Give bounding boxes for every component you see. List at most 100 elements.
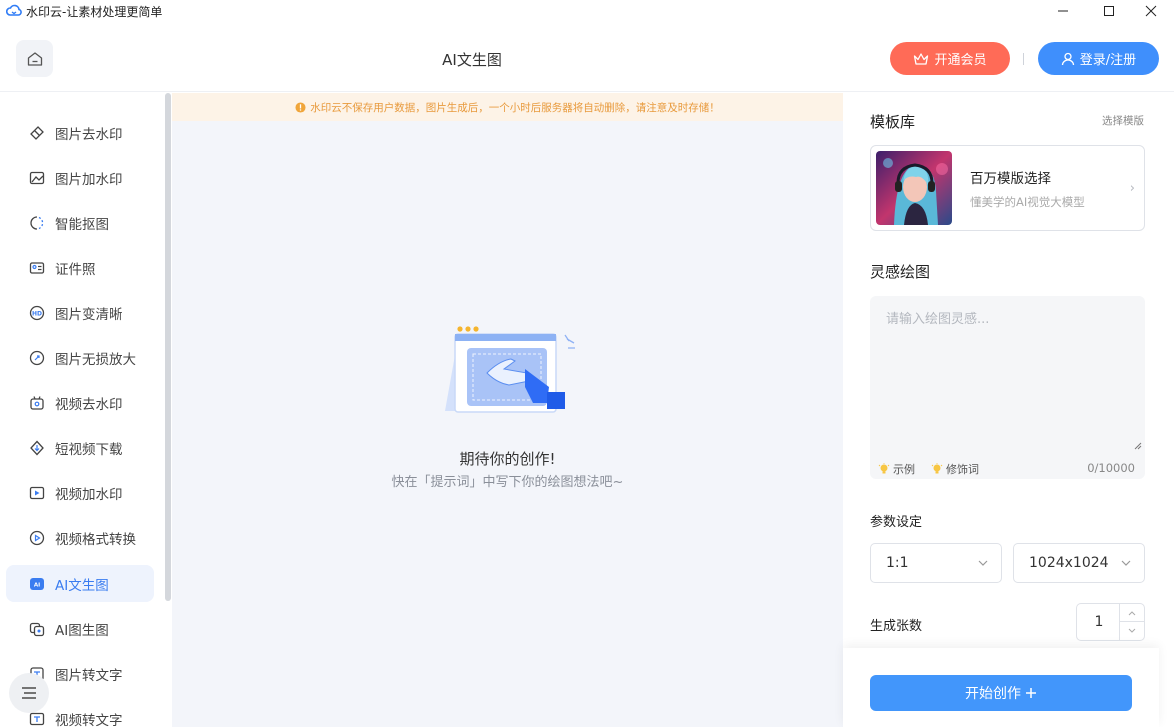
sidebar-item-video-format-convert[interactable]: 视频格式转换 [6, 519, 154, 556]
minimize-button[interactable] [1040, 0, 1086, 22]
maximize-button[interactable] [1086, 0, 1132, 22]
sidebar-item-image-sharpen[interactable]: HD 图片变清晰 [6, 294, 154, 331]
info-icon [295, 101, 306, 113]
canvas-area: 水印云不保存用户数据，图片生成后，一个小时后服务器将自动删除，请注意及时存储！ … [172, 93, 843, 727]
quantity-stepper[interactable]: 1 [1076, 603, 1145, 641]
close-icon [1145, 5, 1157, 17]
inspiration-section-title: 灵感绘图 [870, 263, 931, 281]
params-section-title: 参数设定 [870, 515, 923, 530]
prompt-textarea[interactable]: 请输入绘图灵感... 示例 修饰词 0/10000 [870, 296, 1145, 479]
template-thumbnail [876, 151, 952, 225]
id-card-icon [28, 259, 46, 277]
chevron-down-icon [1121, 560, 1131, 566]
header-divider [1023, 53, 1024, 65]
image-add-icon [28, 169, 46, 187]
template-card-desc: 懂美学的AI视觉大模型 [970, 195, 1085, 209]
hd-icon: HD [28, 304, 46, 322]
decrement-button[interactable] [1120, 622, 1144, 640]
eraser-icon [28, 124, 46, 142]
sidebar-item-id-photo[interactable]: 证件照 [6, 249, 154, 286]
template-card[interactable]: 百万模版选择 懂美学的AI视觉大模型 › [870, 145, 1145, 231]
ai-image-image-icon [28, 620, 46, 638]
chevron-right-icon: › [1129, 181, 1135, 196]
settings-panel: 模板库 选择模版 百万模版选择 懂美学的AI视觉大模型 › 灵感绘图 请输入绘图… [843, 93, 1174, 727]
empty-state-subtitle: 快在「提示词」中写下你的绘图想法吧~ [391, 475, 624, 490]
increment-button[interactable] [1120, 604, 1144, 622]
empty-state-illustration [445, 326, 575, 413]
start-create-button[interactable]: 开始创作 [870, 675, 1132, 711]
svg-text:HD: HD [32, 310, 42, 317]
sidebar-item-image-remove-watermark[interactable]: 图片去水印 [6, 114, 154, 151]
menu-toggle-button[interactable] [9, 673, 49, 713]
sidebar-item-label: 图片无损放大 [55, 351, 136, 368]
chevron-down-icon [978, 560, 988, 566]
header: AI文生图 开通会员 登录/注册 [0, 22, 1174, 92]
ai-text-image-icon: AI [28, 575, 46, 593]
convert-icon [28, 529, 46, 547]
notice-text: 水印云不保存用户数据，图片生成后，一个小时后服务器将自动删除，请注意及时存储！ [310, 101, 720, 114]
maximize-icon [1104, 6, 1114, 16]
sidebar-item-label: 智能抠图 [55, 216, 109, 233]
login-button[interactable]: 登录/注册 [1038, 42, 1159, 75]
sidebar-item-label: 视频加水印 [55, 486, 123, 503]
menu-icon [22, 687, 36, 699]
sidebar-item-label: 图片变清晰 [55, 306, 123, 323]
minimize-icon [1058, 10, 1068, 12]
plus-icon [1026, 688, 1036, 698]
sidebar-item-video-add-watermark[interactable]: 视频加水印 [6, 474, 154, 511]
sidebar-item-ai-image-to-image[interactable]: AI图生图 [6, 610, 154, 647]
image-size-select[interactable]: 1024x1024 [1013, 543, 1145, 583]
quantity-label: 生成张数 [870, 619, 923, 634]
quantity-value[interactable]: 1 [1077, 614, 1121, 630]
sidebar-item-label: 视频去水印 [55, 396, 123, 413]
window-title: 水印云-让素材处理更简单 [26, 5, 163, 19]
example-label: 示例 [893, 463, 915, 476]
sidebar-item-image-upscale[interactable]: 图片无损放大 [6, 339, 154, 376]
sidebar-item-label: 视频转文字 [55, 712, 123, 727]
vip-button[interactable]: 开通会员 [890, 42, 1010, 75]
prompt-placeholder: 请输入绘图灵感... [886, 312, 990, 327]
crown-icon [914, 52, 929, 65]
sidebar-scrollbar[interactable] [165, 93, 171, 601]
close-button[interactable] [1128, 0, 1174, 22]
sidebar-item-label: 图片加水印 [55, 171, 123, 188]
modifier-label: 修饰词 [946, 463, 979, 476]
resize-handle-icon[interactable] [1134, 442, 1142, 450]
sidebar-item-label: AI文生图 [55, 577, 109, 594]
lightbulb-icon [878, 463, 890, 474]
download-icon [28, 439, 46, 457]
empty-state-title: 期待你的创作! [459, 450, 556, 468]
notice-bar: 水印云不保存用户数据，图片生成后，一个小时后服务器将自动删除，请注意及时存储！ [172, 93, 843, 121]
modifier-button[interactable]: 修饰词 [931, 461, 979, 477]
template-card-name: 百万模版选择 [970, 171, 1051, 187]
char-counter: 0/10000 [1087, 461, 1135, 475]
sidebar-item-short-video-download[interactable]: 短视频下载 [6, 429, 154, 466]
sidebar-item-label: 短视频下载 [55, 441, 123, 458]
select-template-link[interactable]: 选择模版 [1102, 113, 1144, 128]
sidebar-item-image-add-watermark[interactable]: 图片加水印 [6, 159, 154, 196]
start-create-label: 开始创作 [965, 686, 1021, 702]
cutout-icon [28, 214, 46, 232]
vip-label: 开通会员 [934, 53, 987, 68]
sidebar-item-video-remove-watermark[interactable]: 视频去水印 [6, 384, 154, 421]
panel-footer: 开始创作 [843, 648, 1159, 727]
chevron-up-icon [1128, 610, 1136, 615]
image-size-value: 1024x1024 [1029, 555, 1109, 571]
sidebar-item-ai-text-to-image[interactable]: AI AI文生图 [6, 565, 154, 602]
chevron-down-icon [1128, 628, 1136, 633]
example-button[interactable]: 示例 [878, 461, 915, 477]
video-eraser-icon [28, 394, 46, 412]
login-label: 登录/注册 [1079, 53, 1137, 68]
sidebar-item-label: 图片转文字 [55, 667, 123, 684]
stepper-buttons [1119, 604, 1144, 640]
template-section-title: 模板库 [870, 113, 916, 131]
sidebar-item-label: 视频格式转换 [55, 531, 136, 548]
user-icon [1061, 52, 1074, 65]
app-logo-icon [6, 4, 22, 16]
sidebar: 图片去水印 图片加水印 智能抠图 证件照 HD 图片变清晰 图片无损放大 视频去… [0, 93, 172, 727]
page-title: AI文生图 [442, 51, 502, 69]
sidebar-item-label: AI图生图 [55, 622, 109, 639]
aspect-ratio-select[interactable]: 1:1 [870, 543, 1002, 583]
aspect-ratio-value: 1:1 [886, 555, 909, 571]
sidebar-item-smart-cutout[interactable]: 智能抠图 [6, 204, 154, 241]
